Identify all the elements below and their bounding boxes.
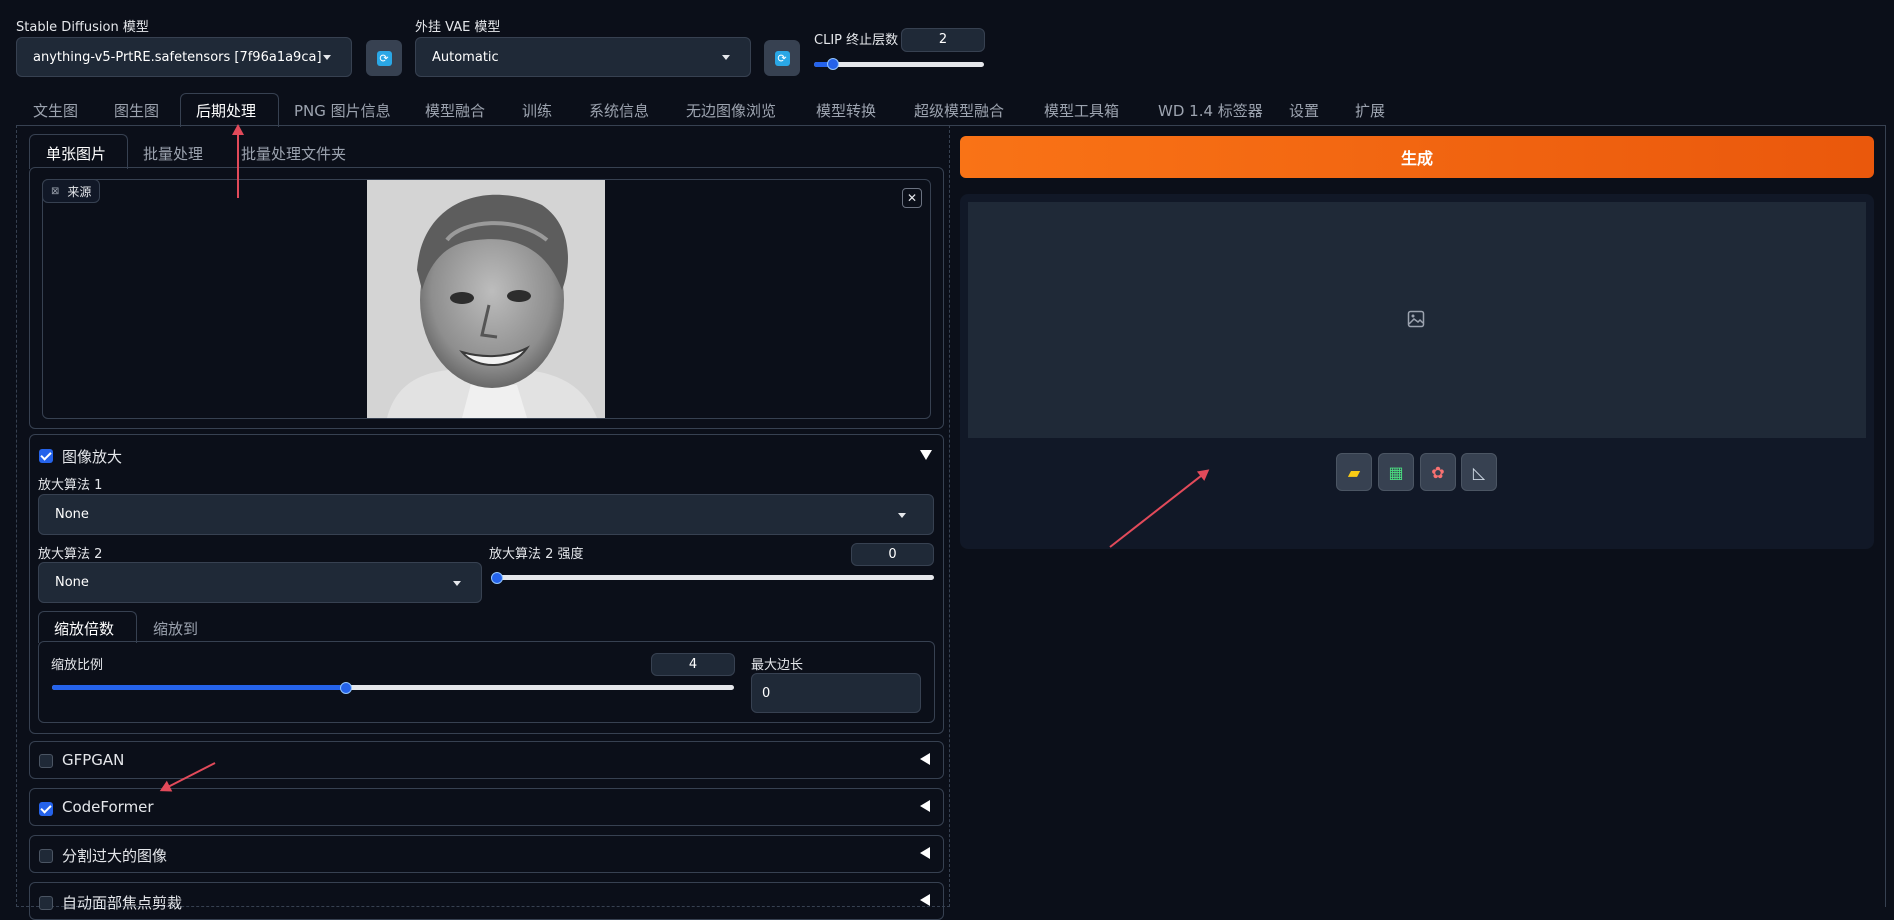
upscaler2-select[interactable]: None — [38, 562, 482, 603]
tab-model-convert[interactable]: 模型转换 — [816, 100, 876, 121]
open-folder-button[interactable]: ▰ — [1336, 453, 1372, 491]
model-select[interactable]: anything-v5-PrtRE.safetensors [7f96a1a9c… — [16, 37, 352, 77]
resize-slider[interactable] — [52, 682, 734, 694]
upscaler1-label: 放大算法 1 — [38, 478, 103, 493]
right-border — [1885, 125, 1886, 907]
codeformer-title: CodeFormer — [62, 798, 154, 816]
close-icon[interactable]: ✕ — [902, 188, 922, 208]
vae-label: 外挂 VAE 模型 — [415, 20, 501, 35]
send-to-img2img-button[interactable]: ▦ — [1378, 453, 1414, 491]
slider-track — [814, 62, 984, 67]
face-crop-checkbox[interactable] — [39, 896, 53, 910]
source-label-chip: ⊠ 来源 — [42, 179, 101, 203]
vae-select[interactable]: Automatic — [415, 37, 751, 77]
subtab-batch[interactable]: 批量处理 — [143, 143, 203, 164]
mode-tab-scale-by[interactable]: 缩放倍数 — [54, 618, 114, 639]
slider-track — [491, 575, 934, 580]
upscaler2-label: 放大算法 2 — [38, 547, 103, 562]
split-title: 分割过大的图像 — [62, 847, 168, 865]
tab-wd-tagger[interactable]: WD 1.4 标签器 — [1158, 100, 1263, 121]
model-value: anything-v5-PrtRE.safetensors [7f96a1a9c… — [33, 49, 322, 65]
tab-extensions[interactable]: 扩展 — [1355, 100, 1385, 121]
generate-button[interactable]: 生成 — [960, 136, 1874, 178]
tab-image-browser[interactable]: 无边图像浏览 — [686, 100, 776, 121]
split-checkbox[interactable] — [39, 849, 53, 863]
subtab-single[interactable]: 单张图片 — [46, 143, 106, 164]
collapse-icon[interactable] — [920, 450, 932, 460]
refresh-model-button[interactable]: ⟳ — [366, 40, 402, 76]
upscaler2-strength-label: 放大算法 2 强度 — [489, 547, 584, 562]
upscaler1-value: None — [55, 507, 89, 522]
upscaler2-strength-slider[interactable] — [491, 572, 934, 584]
tab-settings[interactable]: 设置 — [1289, 100, 1319, 121]
codeformer-checkbox[interactable] — [39, 802, 53, 816]
gfpgan-accordion[interactable] — [29, 741, 944, 779]
max-side-label: 最大边长 — [751, 658, 804, 673]
tab-super-merger[interactable]: 超级模型融合 — [914, 100, 1004, 121]
max-side-input[interactable]: 0 — [751, 673, 921, 713]
refresh-icon: ⟳ — [376, 50, 392, 66]
tab-extras[interactable]: 后期处理 — [196, 100, 256, 121]
chevron-down-icon — [453, 580, 461, 586]
tab-model-toolkit[interactable]: 模型工具箱 — [1044, 100, 1119, 121]
upscaler2-strength-input[interactable]: 0 — [851, 543, 934, 566]
slider-thumb[interactable] — [491, 572, 503, 584]
resize-input[interactable]: 4 — [651, 653, 735, 676]
tab-png-info[interactable]: PNG 图片信息 — [294, 100, 391, 121]
upscaler2-value: None — [55, 575, 89, 590]
vae-value: Automatic — [432, 49, 499, 65]
expand-icon[interactable] — [920, 847, 930, 859]
upscale-title: 图像放大 — [62, 448, 123, 466]
resize-label: 缩放比例 — [51, 658, 104, 673]
expand-icon[interactable] — [920, 894, 930, 906]
upscale-checkbox[interactable] — [39, 449, 53, 463]
gfpgan-title: GFPGAN — [62, 751, 125, 769]
tab-txt2img[interactable]: 文生图 — [33, 100, 78, 121]
image-icon: ⊠ — [51, 185, 60, 197]
gfpgan-checkbox[interactable] — [39, 754, 53, 768]
source-photo — [367, 180, 605, 418]
chevron-down-icon — [722, 55, 730, 60]
expand-icon[interactable] — [920, 753, 930, 765]
send-to-extras-button[interactable]: ◺ — [1461, 453, 1497, 491]
clip-slider[interactable] — [814, 58, 984, 70]
tab-checkpoint-merger[interactable]: 模型融合 — [425, 100, 485, 121]
annotation-arrow-extras-tab — [237, 126, 239, 198]
send-to-inpaint-button[interactable]: ✿ — [1420, 453, 1456, 491]
clip-label: CLIP 终止层数 — [814, 33, 899, 48]
ruler-icon: ◺ — [1472, 462, 1486, 482]
slider-thumb[interactable] — [827, 58, 839, 70]
source-label: 来源 — [67, 184, 92, 199]
slider-fill — [52, 685, 346, 690]
folder-icon: ▰ — [1347, 462, 1361, 482]
model-label: Stable Diffusion 模型 — [16, 20, 149, 35]
chevron-down-icon — [323, 55, 331, 60]
boy-portrait-image — [367, 180, 605, 418]
subtab-batch-folder[interactable]: 批量处理文件夹 — [241, 143, 346, 164]
tab-system-info[interactable]: 系统信息 — [589, 100, 649, 121]
slider-thumb[interactable] — [340, 682, 352, 694]
chevron-down-icon — [898, 512, 906, 518]
tab-train[interactable]: 训练 — [522, 100, 552, 121]
palette-icon: ✿ — [1431, 462, 1445, 482]
expand-icon[interactable] — [920, 800, 930, 812]
refresh-icon: ⟳ — [774, 50, 790, 66]
generate-label: 生成 — [1400, 149, 1433, 168]
clip-number-input[interactable]: 2 — [901, 28, 985, 52]
image-placeholder-icon — [1407, 310, 1425, 328]
tab-img2img[interactable]: 图生图 — [114, 100, 159, 121]
refresh-vae-button[interactable]: ⟳ — [764, 40, 800, 76]
mode-tab-scale-to[interactable]: 缩放到 — [153, 618, 198, 639]
image-icon: ▦ — [1388, 462, 1404, 482]
upscaler1-select[interactable]: None — [38, 494, 934, 535]
face-crop-title: 自动面部焦点剪裁 — [62, 894, 183, 912]
